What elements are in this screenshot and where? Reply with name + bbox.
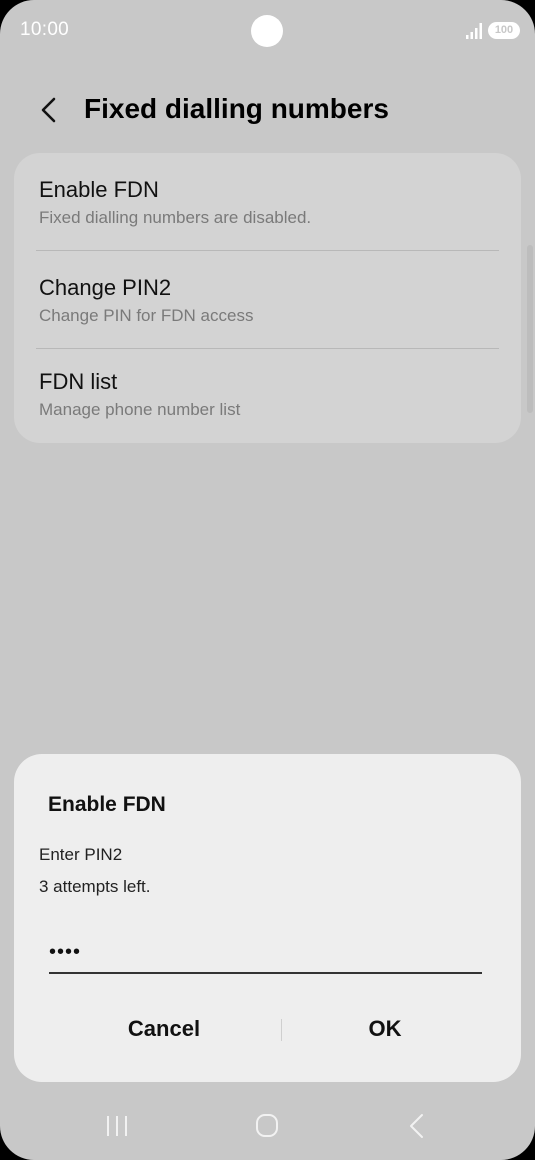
phone-screen: 10:00 100 Fixed dialling numbers Enable … (0, 0, 535, 1160)
recent-apps-icon (107, 1116, 127, 1136)
back-button[interactable] (30, 90, 70, 130)
recent-apps-button[interactable] (97, 1110, 137, 1142)
page-title: Fixed dialling numbers (84, 93, 389, 124)
status-time: 10:00 (20, 19, 70, 40)
setting-subtitle: Fixed dialling numbers are disabled. (39, 208, 312, 227)
back-icon (410, 1114, 423, 1138)
signal-icon (466, 23, 482, 39)
nav-back-button[interactable] (397, 1110, 437, 1142)
setting-enable-fdn[interactable]: Enable FDN Fixed dialling numbers are di… (14, 153, 521, 250)
scroll-indicator[interactable] (527, 245, 533, 413)
dialog-title: Enable FDN (48, 793, 166, 816)
battery-icon: 100 (488, 22, 520, 39)
setting-subtitle: Change PIN for FDN access (39, 306, 254, 325)
settings-card: Enable FDN Fixed dialling numbers are di… (14, 153, 521, 443)
setting-subtitle: Manage phone number list (39, 400, 241, 419)
setting-title: FDN list (39, 369, 118, 394)
dialog-message-attempts: 3 attempts left. (39, 877, 151, 896)
app-header: Fixed dialling numbers (0, 80, 535, 140)
setting-change-pin2[interactable]: Change PIN2 Change PIN for FDN access (14, 251, 521, 348)
navigation-bar (0, 1100, 535, 1160)
home-icon (256, 1114, 278, 1137)
dialog-message-prompt: Enter PIN2 (39, 845, 123, 864)
chevron-left-icon (41, 97, 56, 123)
camera-cutout (251, 15, 283, 47)
home-button[interactable] (247, 1110, 287, 1142)
status-bar: 10:00 100 (0, 0, 535, 62)
pin2-input[interactable] (49, 932, 482, 974)
setting-title: Enable FDN (39, 177, 159, 202)
setting-fdn-list[interactable]: FDN list Manage phone number list (14, 349, 521, 446)
enable-fdn-dialog: Enable FDN Enter PIN2 3 attempts left. C… (14, 754, 521, 1082)
setting-title: Change PIN2 (39, 275, 172, 300)
cancel-button[interactable]: Cancel (54, 1004, 274, 1054)
ok-button[interactable]: OK (275, 1004, 495, 1054)
